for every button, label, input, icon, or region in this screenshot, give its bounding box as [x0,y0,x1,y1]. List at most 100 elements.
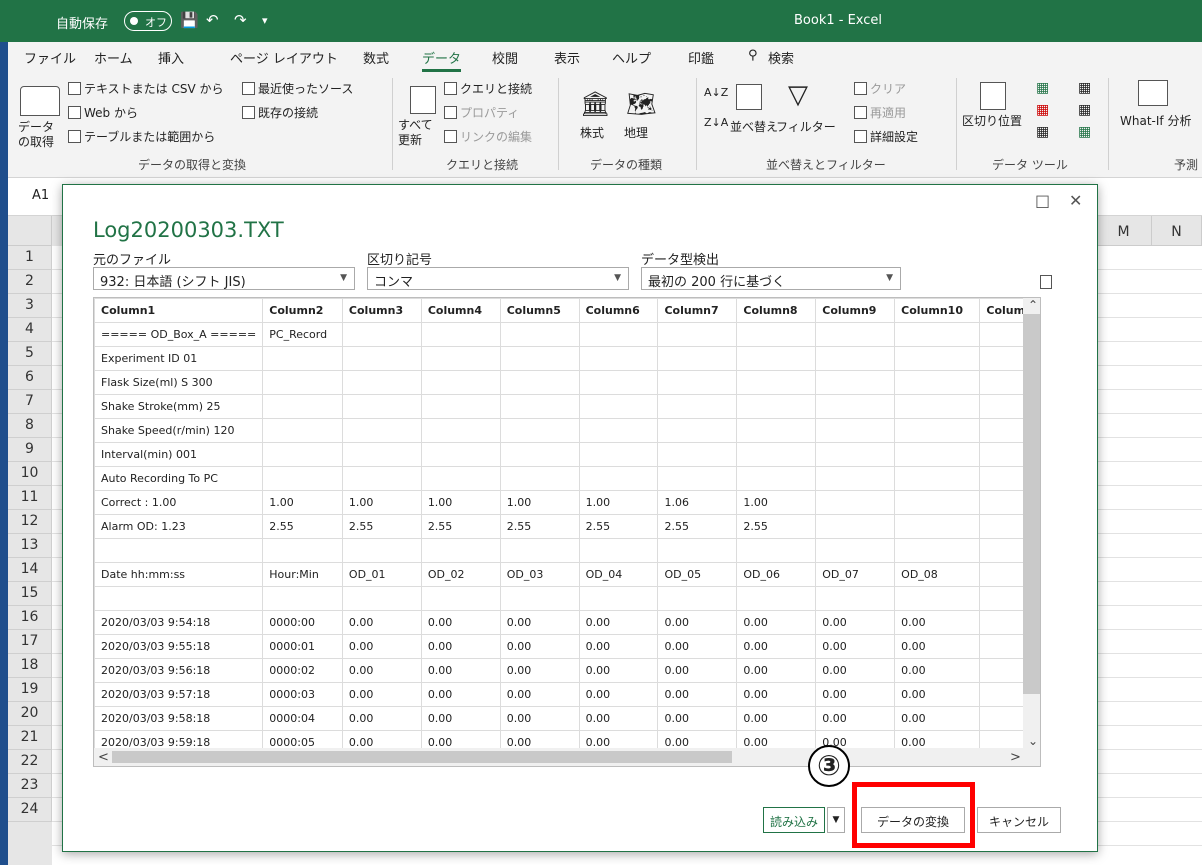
row-header[interactable]: 11 [8,486,52,510]
autosave-toggle[interactable]: オフ [124,11,172,31]
tab-home[interactable]: ホーム [94,48,133,67]
horizontal-scrollbar[interactable]: < > [94,748,1040,766]
column-header-m[interactable]: M [1096,216,1152,246]
undo-icon[interactable]: ↶ [206,11,219,29]
clear-button[interactable]: クリア [854,80,906,97]
stocks-button[interactable]: 株式 [580,124,604,141]
cancel-button[interactable]: キャンセル [977,807,1061,833]
row-header[interactable]: 24 [8,798,52,822]
select-all-corner[interactable] [8,216,52,246]
scroll-left-icon[interactable]: < [98,750,109,765]
row-header[interactable]: 9 [8,438,52,462]
refresh-all-button[interactable]: すべて更新 [398,118,438,148]
delimiter-dropdown[interactable]: コンマ ▼ [367,267,629,290]
row-header[interactable]: 4 [8,318,52,342]
column-header[interactable]: Column6 [578,298,659,323]
maximize-icon[interactable]: □ [1035,191,1050,210]
horizontal-scroll-thumb[interactable] [112,751,732,763]
row-header[interactable]: 8 [8,414,52,438]
vertical-scroll-thumb[interactable] [1023,314,1040,694]
tab-view[interactable]: 表示 [554,48,580,67]
redo-icon[interactable]: ↷ [234,11,247,29]
row-header[interactable]: 5 [8,342,52,366]
sort-button[interactable]: 並べ替え [730,118,778,135]
row-header[interactable]: 23 [8,774,52,798]
load-options-chevron-icon[interactable]: ▼ [827,807,845,833]
tab-formulas[interactable]: 数式 [363,48,389,67]
reapply-button[interactable]: 再適用 [854,104,906,121]
row-header[interactable]: 20 [8,702,52,726]
data-model-icon[interactable]: ▦ [1078,124,1091,140]
relationships-icon[interactable]: ▦ [1078,102,1091,118]
row-header[interactable]: 18 [8,654,52,678]
recent-sources-button[interactable]: 最近使ったソース [242,80,353,97]
column-header-n[interactable]: N [1152,216,1202,246]
column-header[interactable]: Column7 [657,298,738,323]
column-header[interactable]: Column9 [815,298,896,323]
column-header[interactable]: Column1 [94,298,264,323]
row-header[interactable]: 16 [8,606,52,630]
edit-links-button[interactable]: リンクの編集 [444,128,532,145]
tab-help[interactable]: ヘルプ [612,48,651,67]
text-csv-button[interactable]: テキストまたは CSV から [68,80,223,97]
column-header[interactable]: Column2 [262,298,343,323]
get-data-button[interactable]: データの取得 [18,120,58,150]
row-header[interactable]: 10 [8,462,52,486]
row-header[interactable]: 13 [8,534,52,558]
load-button[interactable]: 読み込み [763,807,825,833]
row-header[interactable]: 14 [8,558,52,582]
vertical-scrollbar[interactable]: ⌃ ⌄ [1023,298,1040,766]
row-header[interactable]: 2 [8,270,52,294]
row-header[interactable]: 21 [8,726,52,750]
filter-button[interactable]: フィルター [776,118,836,135]
geography-button[interactable]: 地理 [624,124,648,141]
row-header[interactable]: 22 [8,750,52,774]
row-header[interactable]: 19 [8,678,52,702]
customize-qat-icon[interactable]: ▾ [262,14,268,27]
row-header[interactable]: 15 [8,582,52,606]
table-cell [341,538,422,563]
origin-dropdown[interactable]: 932: 日本語 (シフト JIS) ▼ [93,267,355,290]
detect-dropdown[interactable]: 最初の 200 行に基づく ▼ [641,267,901,290]
tab-file[interactable]: ファイル [24,48,76,67]
text-to-columns-button[interactable]: 区切り位置 [962,112,1022,129]
remove-duplicates-icon[interactable]: ▦ [1036,102,1049,118]
tab-data[interactable]: データ [422,48,462,72]
row-header[interactable]: 12 [8,510,52,534]
column-header[interactable]: Column3 [341,298,422,323]
column-header[interactable]: Column4 [420,298,501,323]
sort-asc-icon[interactable]: A↓Z [704,86,728,99]
scroll-down-icon[interactable]: ⌄ [1028,734,1038,748]
advanced-button[interactable]: 詳細設定 [854,128,918,145]
properties-button[interactable]: プロパティ [444,104,519,121]
tab-review[interactable]: 校閲 [492,48,518,67]
search-icon[interactable]: ⚲ [748,48,758,63]
column-header[interactable]: Column5 [499,298,580,323]
row-header[interactable]: 3 [8,294,52,318]
table-range-button[interactable]: テーブルまたは範囲から [68,128,215,145]
refresh-preview-icon[interactable] [1040,275,1052,289]
existing-connections-button[interactable]: 既存の接続 [242,104,318,121]
web-button[interactable]: Web から [68,104,138,121]
tab-inkan[interactable]: 印鑑 [688,48,714,67]
row-header[interactable]: 17 [8,630,52,654]
row-header[interactable]: 7 [8,390,52,414]
tab-search[interactable]: 検索 [768,48,794,67]
queries-connections-button[interactable]: クエリと接続 [444,80,532,97]
scroll-right-icon[interactable]: > [1010,750,1021,765]
save-icon[interactable]: 💾 [180,11,199,29]
data-validation-icon[interactable]: ▦ [1036,124,1049,140]
scroll-up-icon[interactable]: ⌃ [1028,298,1038,312]
tab-insert[interactable]: 挿入 [158,48,184,67]
what-if-button[interactable]: What-If 分析 [1120,112,1191,129]
sort-desc-icon[interactable]: Z↓A [704,116,728,129]
name-box[interactable]: A1 [32,188,49,203]
column-header[interactable]: Column10 [894,298,981,323]
close-icon[interactable]: ✕ [1069,191,1082,210]
column-header[interactable]: Column8 [736,298,817,323]
consolidate-icon[interactable]: ▦ [1078,80,1091,96]
row-header[interactable]: 6 [8,366,52,390]
flash-fill-icon[interactable]: ▦ [1036,80,1049,96]
row-header[interactable]: 1 [8,246,52,270]
tab-page-layout[interactable]: ページ レイアウト [230,48,338,67]
